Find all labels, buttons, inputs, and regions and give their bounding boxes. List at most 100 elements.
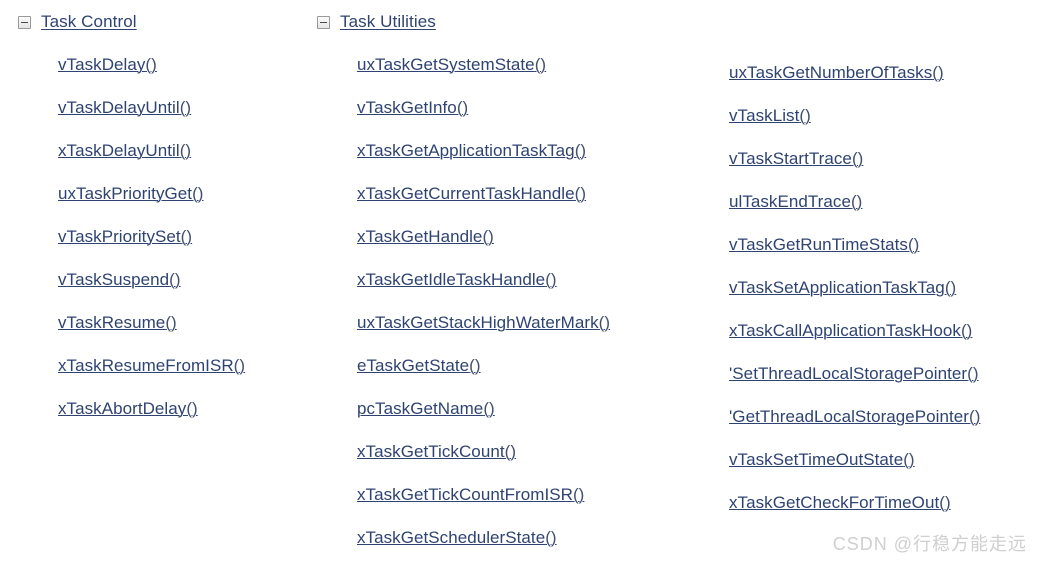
function-parens: (): [456, 98, 469, 117]
function-parens: (): [960, 321, 973, 340]
list-item[interactable]: pcTaskGetName(): [313, 387, 703, 430]
list-item[interactable]: vTaskDelayUntil(): [14, 86, 314, 129]
function-link[interactable]: vTaskResume(): [58, 312, 177, 333]
group-title-task-control[interactable]: Task Control: [41, 12, 137, 32]
column-task-control: Task Control vTaskDelay() vTaskDelayUnti…: [14, 0, 314, 430]
function-parens: (): [233, 356, 246, 375]
list-item[interactable]: vTaskGetInfo(): [313, 86, 703, 129]
function-link[interactable]: xTaskCallApplicationTaskHook(): [729, 320, 972, 341]
function-parens: (): [169, 270, 181, 289]
function-parens: (): [944, 278, 957, 297]
list-item[interactable]: vTaskSuspend(): [14, 258, 314, 301]
function-parens: (): [574, 184, 587, 203]
function-link[interactable]: xTaskGetIdleTaskHandle(): [357, 269, 557, 290]
function-link[interactable]: vTaskGetRunTimeStats(): [729, 234, 919, 255]
collapse-minus-box-icon[interactable]: [317, 15, 330, 29]
list-item[interactable]: eTaskGetState(): [313, 344, 703, 387]
function-link[interactable]: xTaskGetSchedulerState(): [357, 527, 557, 548]
function-link[interactable]: xTaskGetTickCount(): [357, 441, 516, 462]
function-link[interactable]: ulTaskEndTrace(): [729, 191, 862, 212]
function-link[interactable]: vTaskSetApplicationTaskTag(): [729, 277, 956, 298]
function-link[interactable]: xTaskAbortDelay(): [58, 398, 198, 419]
function-link[interactable]: xTaskGetCheckForTimeOut(): [729, 492, 951, 513]
list-item[interactable]: xTaskGetSchedulerState(): [313, 516, 703, 559]
function-parens: (): [483, 399, 495, 418]
list-item[interactable]: vTaskPrioritySet(): [14, 215, 314, 258]
function-link[interactable]: vTaskSetTimeOutState(): [729, 449, 915, 470]
list-item[interactable]: vTaskDelay(): [14, 43, 314, 86]
function-parens: (): [186, 399, 198, 418]
function-link[interactable]: xTaskGetHandle(): [357, 226, 494, 247]
function-link[interactable]: vTaskGetInfo(): [357, 97, 468, 118]
function-parens: (): [907, 235, 920, 254]
function-parens: (): [179, 98, 192, 117]
column-task-utilities-continued: uxTaskGetNumberOfTasks() vTaskList() vTa…: [729, 0, 1045, 524]
group-header-task-utilities[interactable]: Task Utilities: [317, 9, 703, 35]
function-link[interactable]: eTaskGetState(): [357, 355, 481, 376]
list-item[interactable]: vTaskResume(): [14, 301, 314, 344]
list-item[interactable]: vTaskSetApplicationTaskTag(): [729, 266, 1045, 309]
function-parens: (): [180, 227, 193, 246]
list-item[interactable]: uxTaskGetNumberOfTasks(): [729, 51, 1045, 94]
list-item[interactable]: ulTaskEndTrace(): [729, 180, 1045, 223]
function-parens: (): [504, 442, 517, 461]
function-link[interactable]: xTaskGetApplicationTaskTag(): [357, 140, 586, 161]
function-link[interactable]: vTaskSuspend(): [58, 269, 181, 290]
list-item[interactable]: uxTaskPriorityGet(): [14, 172, 314, 215]
list-item[interactable]: xTaskGetApplicationTaskTag(): [313, 129, 703, 172]
function-link[interactable]: pcTaskGetName(): [357, 398, 495, 419]
list-item[interactable]: uxTaskGetStackHighWaterMark(): [313, 301, 703, 344]
function-parens: (): [932, 63, 944, 82]
group-title-task-utilities[interactable]: Task Utilities: [340, 12, 436, 32]
function-parens: (): [482, 227, 494, 246]
function-parens: (): [969, 407, 981, 426]
function-parens: (): [534, 55, 547, 74]
function-link[interactable]: xTaskResumeFromISR(): [58, 355, 245, 376]
function-parens: (): [192, 184, 204, 203]
list-item[interactable]: uxTaskGetSystemState(): [313, 43, 703, 86]
function-parens: (): [598, 313, 611, 332]
function-link[interactable]: vTaskDelayUntil(): [58, 97, 191, 118]
list-item[interactable]: 'SetThreadLocalStoragePointer(): [729, 352, 1045, 395]
collapse-minus-box-icon[interactable]: [18, 15, 31, 29]
function-link[interactable]: vTaskDelay(): [58, 54, 157, 75]
list-item[interactable]: xTaskGetCurrentTaskHandle(): [313, 172, 703, 215]
function-list-task-utilities: uxTaskGetSystemState() vTaskGetInfo() xT…: [313, 43, 703, 559]
list-item[interactable]: xTaskAbortDelay(): [14, 387, 314, 430]
function-link[interactable]: uxTaskGetSystemState(): [357, 54, 546, 75]
function-link[interactable]: xTaskDelayUntil(): [58, 140, 191, 161]
function-link[interactable]: xTaskGetTickCountFromISR(): [357, 484, 584, 505]
list-item[interactable]: vTaskGetRunTimeStats(): [729, 223, 1045, 266]
function-link[interactable]: vTaskStartTrace(): [729, 148, 863, 169]
list-item[interactable]: xTaskGetHandle(): [313, 215, 703, 258]
function-list-task-utilities-continued: uxTaskGetNumberOfTasks() vTaskList() vTa…: [729, 51, 1045, 524]
list-item[interactable]: vTaskList(): [729, 94, 1045, 137]
list-item[interactable]: xTaskResumeFromISR(): [14, 344, 314, 387]
list-item[interactable]: xTaskDelayUntil(): [14, 129, 314, 172]
function-parens: (): [939, 493, 951, 512]
list-item[interactable]: xTaskGetIdleTaskHandle(): [313, 258, 703, 301]
function-link[interactable]: vTaskPrioritySet(): [58, 226, 192, 247]
list-item[interactable]: xTaskGetTickCount(): [313, 430, 703, 473]
list-item[interactable]: xTaskGetCheckForTimeOut(): [729, 481, 1045, 524]
function-link[interactable]: uxTaskGetNumberOfTasks(): [729, 62, 944, 83]
csdn-watermark: CSDN @行稳方能走远: [832, 534, 1027, 554]
list-item[interactable]: 'GetThreadLocalStoragePointer(): [729, 395, 1045, 438]
function-parens: (): [903, 450, 915, 469]
function-link[interactable]: uxTaskGetStackHighWaterMark(): [357, 312, 610, 333]
list-item[interactable]: vTaskSetTimeOutState(): [729, 438, 1045, 481]
list-item[interactable]: vTaskStartTrace(): [729, 137, 1045, 180]
group-header-task-control[interactable]: Task Control: [18, 9, 314, 35]
function-list-task-control: vTaskDelay() vTaskDelayUntil() xTaskDela…: [14, 43, 314, 430]
function-parens: (): [572, 485, 585, 504]
function-link[interactable]: xTaskGetCurrentTaskHandle(): [357, 183, 586, 204]
function-link[interactable]: 'SetThreadLocalStoragePointer(): [729, 363, 979, 384]
list-item[interactable]: xTaskGetTickCountFromISR(): [313, 473, 703, 516]
function-parens: (): [574, 141, 587, 160]
function-link[interactable]: uxTaskPriorityGet(): [58, 183, 204, 204]
function-link[interactable]: 'GetThreadLocalStoragePointer(): [729, 406, 980, 427]
function-parens: (): [469, 356, 481, 375]
list-item[interactable]: xTaskCallApplicationTaskHook(): [729, 309, 1045, 352]
function-link[interactable]: vTaskList(): [729, 105, 811, 126]
api-index-page: Task Control vTaskDelay() vTaskDelayUnti…: [0, 0, 1045, 567]
